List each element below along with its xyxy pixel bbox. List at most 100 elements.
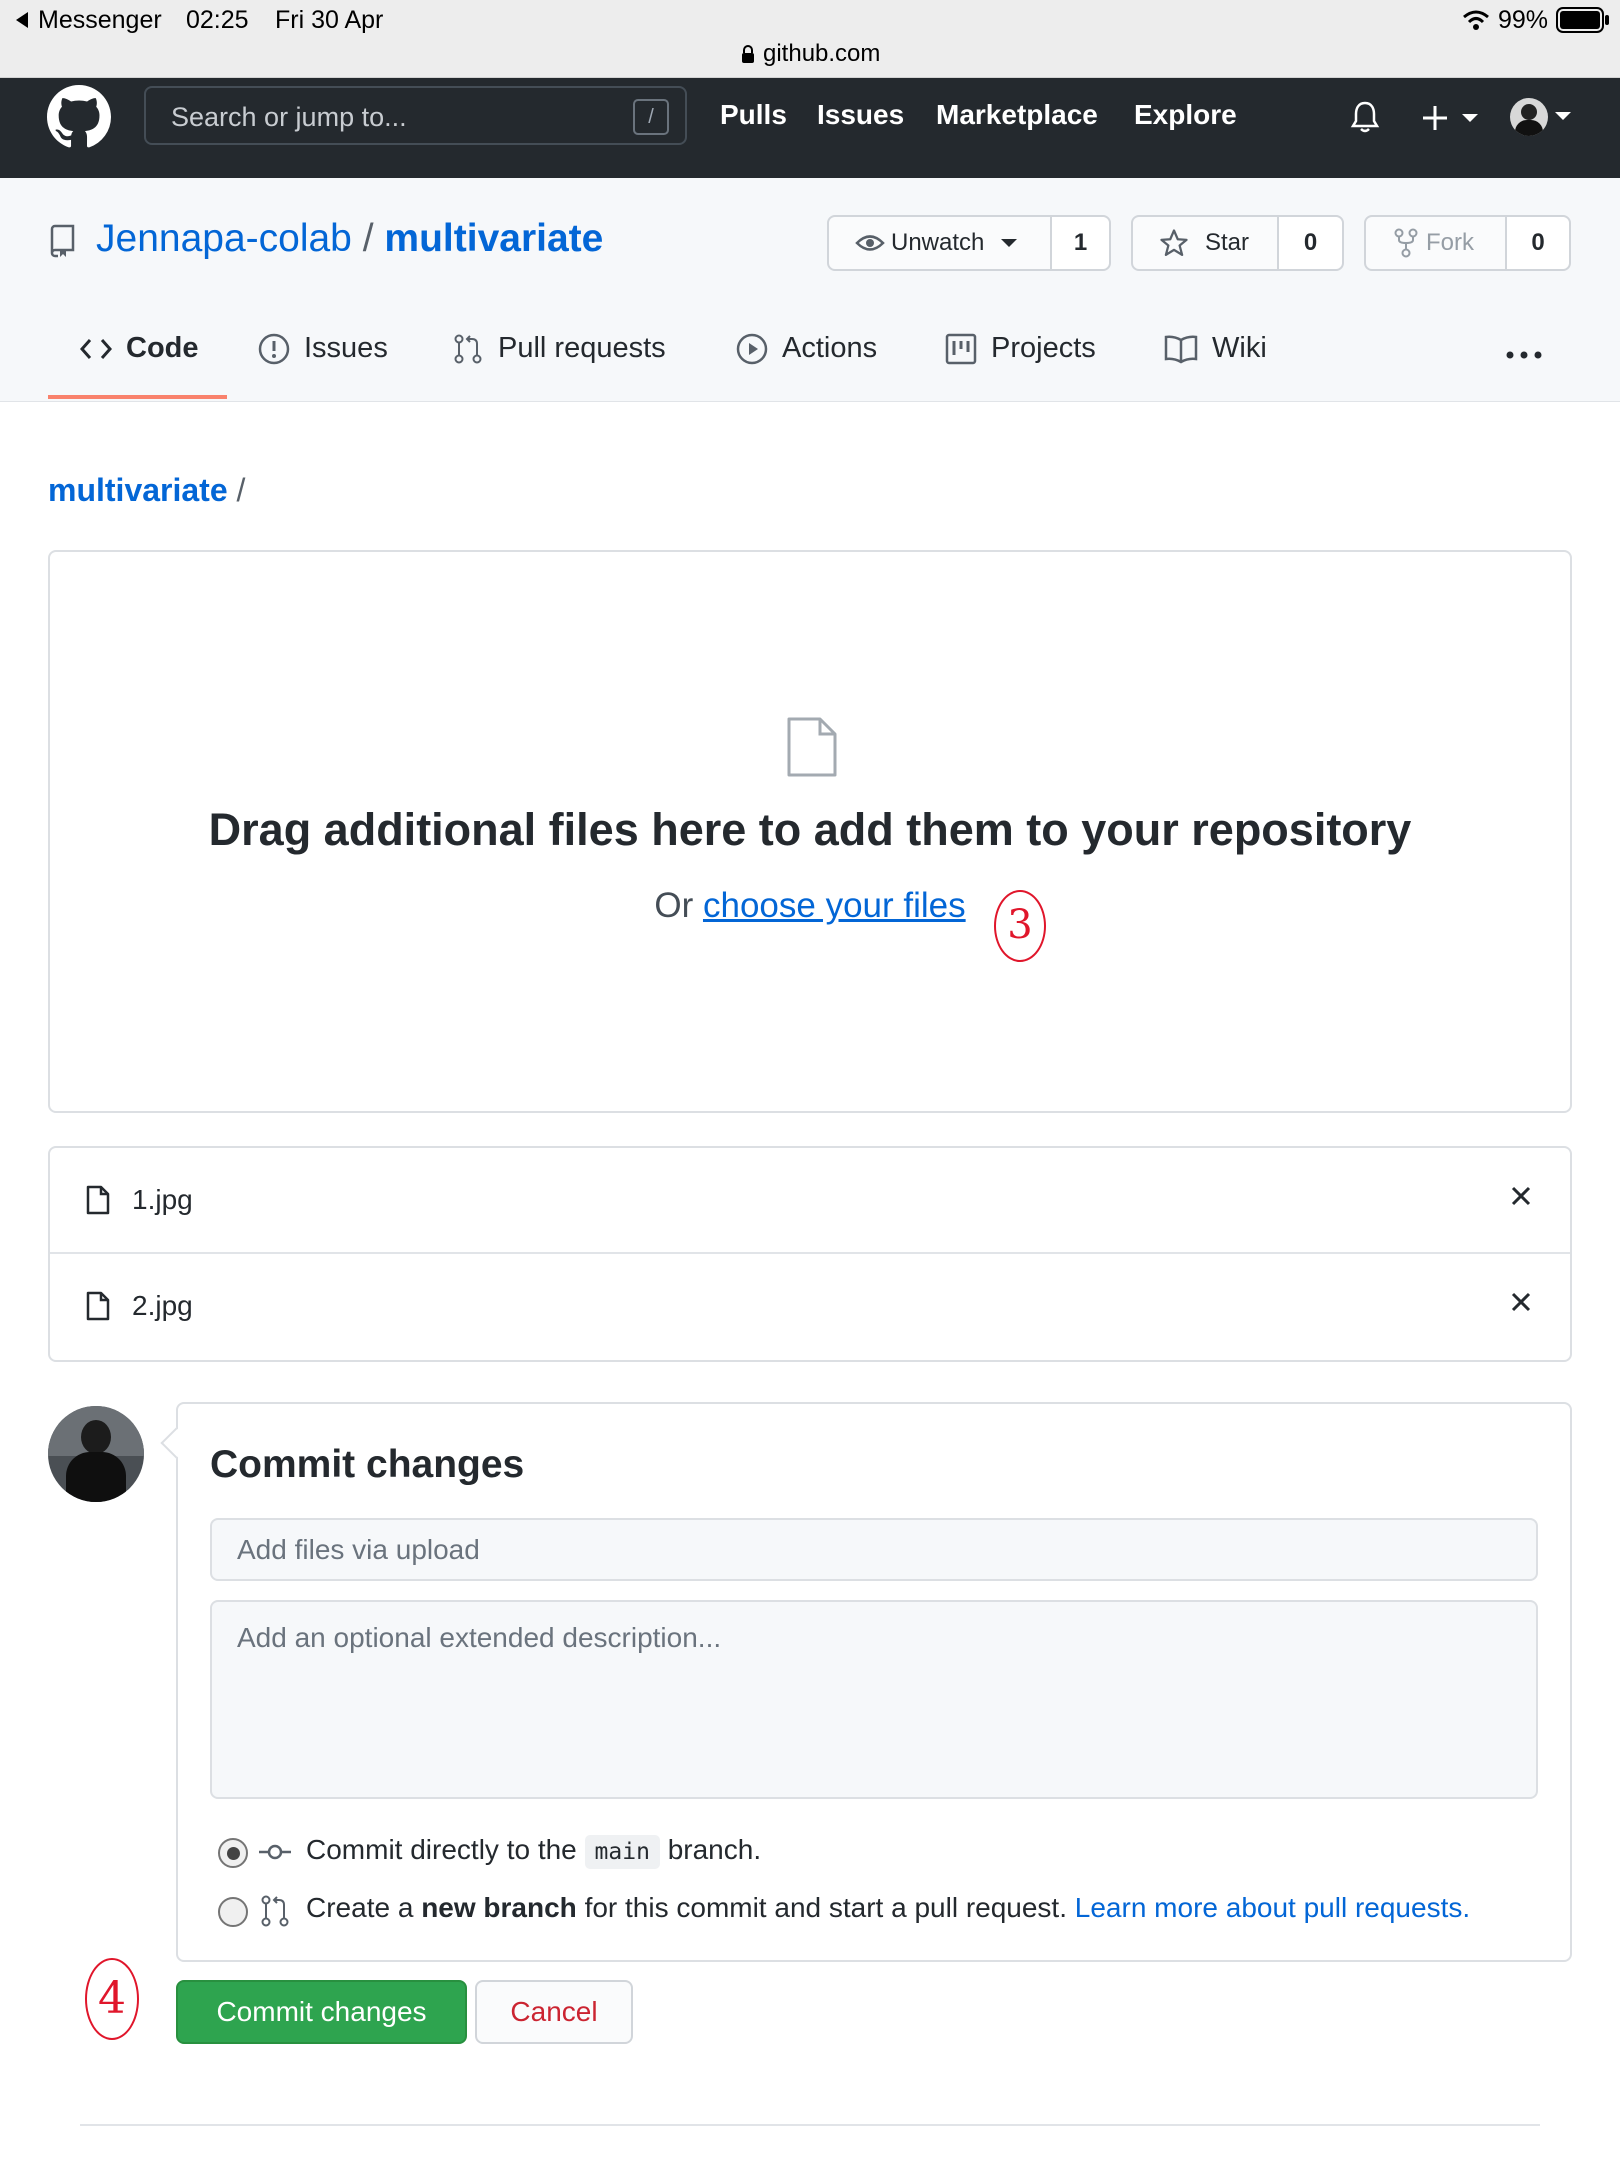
remove-file-icon[interactable] (1510, 1291, 1532, 1313)
nav-marketplace[interactable]: Marketplace (936, 99, 1098, 131)
tab-wiki[interactable]: Wiki (1164, 332, 1267, 365)
commit-heading: Commit changes (210, 1443, 525, 1486)
tab-pull-requests[interactable]: Pull requests (452, 332, 666, 365)
tab-actions-label: Actions (782, 332, 878, 364)
pull-request-icon (261, 1895, 289, 1927)
nav-explore[interactable]: Explore (1134, 99, 1237, 131)
list-item: 2.jpg (50, 1254, 1570, 1360)
tab-projects[interactable]: Projects (945, 332, 1096, 365)
pull-request-icon (454, 334, 482, 363)
notification-bell-icon[interactable] (1350, 100, 1380, 134)
tab-code[interactable]: Code (80, 332, 199, 365)
file-drop-zone[interactable]: Drag additional files here to add them t… (48, 550, 1572, 1113)
book-icon (1164, 335, 1198, 363)
tab-code-label: Code (126, 332, 199, 364)
search-shortcut-badge: / (633, 99, 669, 135)
new-branch-prefix: Create a (306, 1892, 414, 1923)
commit-changes-button[interactable]: Commit changes (176, 1980, 467, 2044)
file-icon (787, 717, 837, 777)
status-time: 02:25 (186, 6, 249, 34)
committer-avatar (48, 1406, 144, 1502)
commit-description-textarea[interactable]: Add an optional extended description... (210, 1600, 1538, 1799)
tab-pull-requests-label: Pull requests (498, 332, 666, 364)
radio-new-branch[interactable] (218, 1897, 248, 1927)
repo-title: Jennapa-colab / multivariate (96, 217, 603, 261)
file-name: 2.jpg (132, 1290, 193, 1321)
commit-direct-suffix: branch. (667, 1834, 762, 1865)
option-commit-direct: Commit directly to the main branch. (306, 1834, 762, 1869)
star-button[interactable]: Star (1133, 217, 1279, 269)
wifi-icon (1463, 10, 1489, 30)
file-name: 1.jpg (132, 1184, 193, 1215)
cancel-button[interactable]: Cancel (475, 1980, 633, 2044)
git-commit-icon (259, 1844, 291, 1860)
footer-divider (80, 2124, 1540, 2126)
file-icon (86, 1291, 110, 1321)
repo-name-link[interactable]: multivariate (384, 217, 603, 260)
branch-name: main (584, 1835, 660, 1869)
github-logo-icon[interactable] (47, 85, 111, 149)
drop-zone-title: Drag additional files here to add them t… (208, 804, 1412, 855)
commit-direct-text: Commit directly to the (306, 1834, 577, 1865)
project-icon (945, 333, 977, 364)
nav-issues[interactable]: Issues (817, 99, 904, 131)
lock-icon (742, 45, 754, 63)
new-branch-bold: new branch (421, 1892, 577, 1923)
drop-zone-subtitle: Or choose your files (50, 886, 1570, 926)
star-icon (1160, 229, 1188, 256)
repo-owner-link[interactable]: Jennapa-colab (96, 217, 352, 260)
star-button-group: Star 0 (1131, 215, 1344, 271)
file-icon (86, 1185, 110, 1215)
unwatch-label: Unwatch (891, 229, 985, 256)
battery-icon (1556, 7, 1609, 33)
code-icon (80, 338, 112, 359)
fork-label: Fork (1426, 229, 1474, 256)
repo-icon (50, 224, 75, 258)
address-bar-url[interactable]: github.com (763, 40, 880, 68)
option-new-branch: Create a new branch for this commit and … (306, 1892, 1470, 1924)
annotation-step-4: 4 (85, 1958, 139, 2040)
learn-more-link[interactable]: Learn more about pull requests. (1075, 1892, 1470, 1923)
choose-files-link[interactable]: choose your files (703, 886, 966, 925)
search-input[interactable]: Search or jump to... / (144, 86, 687, 145)
list-item: 1.jpg (50, 1148, 1570, 1254)
fork-button-group: Fork 0 (1364, 215, 1571, 271)
commit-summary-input[interactable]: Add files via upload (210, 1518, 1538, 1581)
play-icon (736, 333, 768, 364)
status-date: Fri 30 Apr (275, 6, 384, 34)
avatar-caret-icon[interactable] (1554, 110, 1572, 122)
battery-percent: 99% (1498, 6, 1549, 34)
repo-header (0, 178, 1620, 402)
back-arrow-icon[interactable] (14, 11, 30, 29)
tab-projects-label: Projects (991, 332, 1096, 364)
annotation-step-3: 3 (994, 890, 1046, 962)
create-new-icon[interactable] (1422, 104, 1480, 132)
user-avatar-menu[interactable] (1510, 98, 1548, 136)
watchers-count[interactable]: 1 (1052, 217, 1109, 269)
nav-pulls[interactable]: Pulls (720, 99, 787, 131)
dropdown-caret-icon (1001, 239, 1018, 247)
status-bar: Messenger 02:25 Fri 30 Apr 99% github.co… (0, 0, 1620, 78)
watch-button-group: Unwatch 1 (827, 215, 1111, 271)
tab-actions[interactable]: Actions (736, 332, 877, 365)
new-branch-suffix: for this commit and start a pull request… (584, 1892, 1067, 1923)
breadcrumb: multivariate / (48, 472, 245, 509)
forks-count[interactable]: 0 (1507, 217, 1569, 269)
tab-issues[interactable]: Issues (258, 332, 388, 365)
tab-wiki-label: Wiki (1212, 332, 1267, 364)
issue-icon (258, 333, 290, 364)
unwatch-button[interactable]: Unwatch (829, 217, 1052, 269)
stargazers-count[interactable]: 0 (1279, 217, 1342, 269)
uploaded-file-list: 1.jpg 2.jpg (48, 1146, 1572, 1362)
selected-tab-underline (48, 395, 227, 399)
breadcrumb-separator: / (236, 472, 246, 508)
breadcrumb-repo-link[interactable]: multivariate (48, 472, 228, 508)
fork-icon (1394, 228, 1418, 258)
star-label: Star (1205, 229, 1250, 256)
radio-commit-direct[interactable] (218, 1838, 248, 1868)
tab-issues-label: Issues (304, 332, 388, 364)
back-app-label[interactable]: Messenger (38, 6, 162, 35)
remove-file-icon[interactable] (1510, 1185, 1532, 1207)
fork-button[interactable]: Fork (1366, 217, 1507, 269)
more-options-icon[interactable] (1506, 350, 1542, 360)
